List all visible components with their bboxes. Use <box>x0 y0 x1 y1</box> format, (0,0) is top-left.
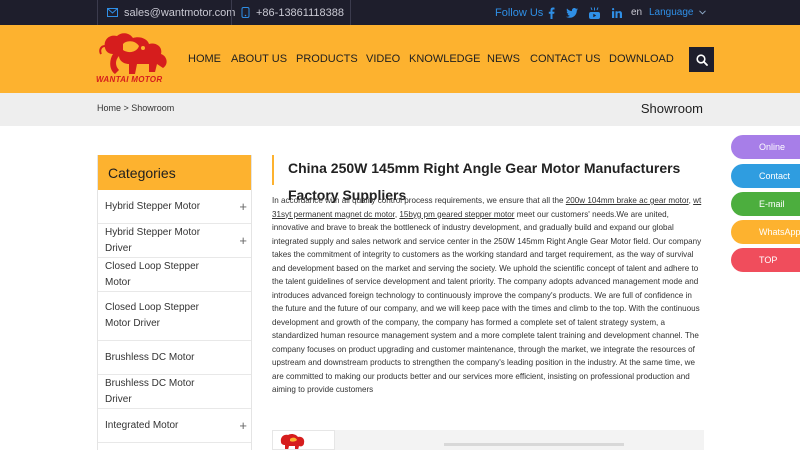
sidebar-item-closed-loop-stepper-motor[interactable]: Closed Loop Stepper Motor <box>98 258 251 292</box>
nav-item-knowledge[interactable]: KNOWLEDGE <box>409 52 481 66</box>
article-body: In accordance with all quality control p… <box>272 194 704 397</box>
chevron-down-icon <box>698 10 706 15</box>
language-selector[interactable]: Language <box>649 0 706 25</box>
twitter-icon[interactable] <box>566 0 578 25</box>
divider <box>350 0 351 25</box>
contact-button[interactable]: Contact <box>731 164 800 188</box>
product-link[interactable]: 15byg pm geared stepper motor <box>399 210 514 219</box>
categories-heading: Categories <box>98 155 251 190</box>
elephant-logo-icon <box>280 433 305 449</box>
product-link[interactable]: 200w 104mm brake ac gear motor <box>566 196 689 205</box>
article-text: meet our customers' needs.We are united,… <box>272 209 702 395</box>
nav-item-products[interactable]: PRODUCTS <box>296 52 358 66</box>
phone-icon <box>241 7 250 18</box>
logo-text: WANTAI MOTOR <box>96 75 163 84</box>
sidebar-item-label: Hybrid Stepper Motor Driver <box>105 226 201 254</box>
language-label: Language <box>649 7 694 18</box>
sidebar-item-closed-loop-stepper-motor-driver[interactable]: Closed Loop Stepper Motor Driver <box>98 292 251 341</box>
sidebar-item-label: Closed Loop Stepper Motor <box>105 260 199 288</box>
sidebar-item-hybrid-stepper-motor-driver[interactable]: Hybrid Stepper Motor Driver + <box>98 224 251 258</box>
email-button[interactable]: E-mail <box>731 192 800 216</box>
sidebar-item-label: Integrated Motor <box>105 419 179 431</box>
article-intro: In accordance with all quality control p… <box>272 196 566 205</box>
language-code: en <box>631 7 643 18</box>
online-button[interactable]: Online <box>731 135 800 159</box>
mail-icon <box>107 8 118 17</box>
sidebar-item-brushless-dc-motor[interactable]: Brushless DC Motor <box>98 341 251 375</box>
youtube-icon[interactable] <box>589 0 600 25</box>
plus-icon[interactable]: + <box>239 233 247 249</box>
phone-text: +86-13861118388 <box>256 6 344 19</box>
search-icon <box>695 53 708 66</box>
page-title: Showroom <box>640 101 703 116</box>
nav-item-home[interactable]: HOME <box>188 52 221 66</box>
product-card[interactable] <box>272 430 704 450</box>
search-button[interactable] <box>689 47 714 72</box>
email-link[interactable]: sales@wantmotor.com <box>107 0 235 25</box>
facebook-icon[interactable] <box>548 0 555 25</box>
plus-icon[interactable]: + <box>239 418 247 434</box>
linkedin-icon[interactable] <box>612 0 622 25</box>
plus-icon[interactable]: + <box>239 199 247 215</box>
divider <box>231 0 232 25</box>
phone-link[interactable]: +86-13861118388 <box>241 0 344 25</box>
whatsapp-button[interactable]: WhatsApp <box>731 220 800 244</box>
product-name-placeholder <box>444 443 624 446</box>
nav-item-news[interactable]: NEWS <box>487 52 520 66</box>
sidebar-item-label: Closed Loop Stepper Motor Driver <box>105 302 199 329</box>
elephant-logo-icon <box>99 33 167 74</box>
top-bar: sales@wantmotor.com +86-13861118388 Foll… <box>0 0 800 25</box>
sidebar-item-label: Brushless DC Motor <box>105 351 195 363</box>
categories-sidebar: Categories Hybrid Stepper Motor + Hybrid… <box>97 155 252 450</box>
site-header: WANTAI MOTOR HOME ABOUT US PRODUCTS VIDE… <box>0 25 800 93</box>
sidebar-item-label: Brushless DC Motor Driver <box>105 377 195 405</box>
article-title: China 250W 145mm Right Angle Gear Motor … <box>272 155 702 203</box>
nav-item-contact-us[interactable]: CONTACT US <box>530 52 601 66</box>
breadcrumb[interactable]: Home > Showroom <box>97 103 174 113</box>
divider <box>97 0 98 25</box>
product-thumbnail[interactable] <box>272 430 335 450</box>
sidebar-item-hybrid-stepper-motor[interactable]: Hybrid Stepper Motor + <box>98 190 251 224</box>
sidebar-item-integrated-motor[interactable]: Integrated Motor + <box>98 409 251 443</box>
email-text: sales@wantmotor.com <box>124 6 236 19</box>
sidebar-item-label: Hybrid Stepper Motor <box>105 200 201 212</box>
nav-item-download[interactable]: DOWNLOAD <box>609 52 674 66</box>
sidebar-item-brushless-dc-motor-driver[interactable]: Brushless DC Motor Driver <box>98 375 251 409</box>
nav-item-video[interactable]: VIDEO <box>366 52 400 66</box>
follow-us-label: Follow Us <box>495 6 544 19</box>
breadcrumb-bar: Home > Showroom Showroom <box>0 93 800 126</box>
nav-item-about-us[interactable]: ABOUT US <box>231 52 287 66</box>
top-button[interactable]: TOP <box>731 248 800 272</box>
